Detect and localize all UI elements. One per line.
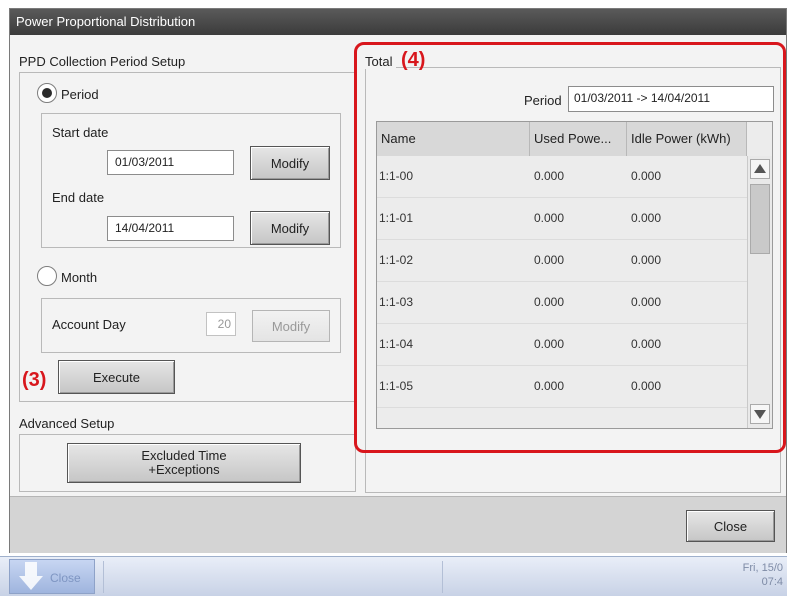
clock-time: 07:4 bbox=[761, 576, 783, 588]
end-date-field[interactable]: 14/04/2011 bbox=[107, 216, 234, 241]
taskbar-clock: Fri, 15/0 07:4 bbox=[743, 561, 783, 589]
taskbar-divider bbox=[442, 561, 443, 593]
excluded-time-button[interactable]: Excluded Time +Exceptions bbox=[67, 443, 301, 483]
window-title: Power Proportional Distribution bbox=[10, 9, 786, 35]
end-date-label: End date bbox=[52, 190, 105, 205]
month-radio[interactable] bbox=[37, 266, 57, 286]
month-radio-label: Month bbox=[61, 270, 98, 285]
close-button[interactable]: Close bbox=[686, 510, 775, 542]
period-radio-label: Period bbox=[61, 87, 99, 102]
period-radio[interactable] bbox=[37, 83, 57, 103]
execute-button[interactable]: Execute bbox=[58, 360, 175, 394]
taskbar-divider bbox=[103, 561, 104, 593]
taskbar-close-label: Close bbox=[50, 571, 81, 585]
start-date-modify-button[interactable]: Modify bbox=[250, 146, 330, 180]
dialog-footer: Close bbox=[10, 496, 786, 553]
end-date-modify-button[interactable]: Modify bbox=[250, 211, 330, 245]
advanced-heading: Advanced Setup bbox=[19, 416, 115, 431]
total-callout-label: (4) bbox=[401, 49, 426, 71]
arrow-down-icon bbox=[19, 562, 43, 590]
setup-heading: PPD Collection Period Setup bbox=[19, 54, 186, 69]
taskbar: Close Fri, 15/0 07:4 bbox=[0, 556, 787, 596]
taskbar-close-button[interactable]: Close bbox=[9, 559, 95, 594]
excluded-time-line1: Excluded Time bbox=[141, 448, 227, 463]
start-date-label: Start date bbox=[52, 125, 109, 140]
clock-date: Fri, 15/0 bbox=[742, 562, 783, 574]
account-day-label: Account Day bbox=[52, 317, 126, 332]
dialog-window: Power Proportional Distribution PPD Coll… bbox=[9, 8, 787, 553]
execute-callout-label: (3) bbox=[22, 369, 47, 391]
start-date-field[interactable]: 01/03/2011 bbox=[107, 150, 234, 175]
excluded-time-line2: +Exceptions bbox=[148, 462, 220, 477]
account-day-field[interactable]: 20 bbox=[206, 312, 236, 336]
total-highlight-box bbox=[354, 42, 786, 453]
account-day-modify-button[interactable]: Modify bbox=[252, 310, 330, 342]
